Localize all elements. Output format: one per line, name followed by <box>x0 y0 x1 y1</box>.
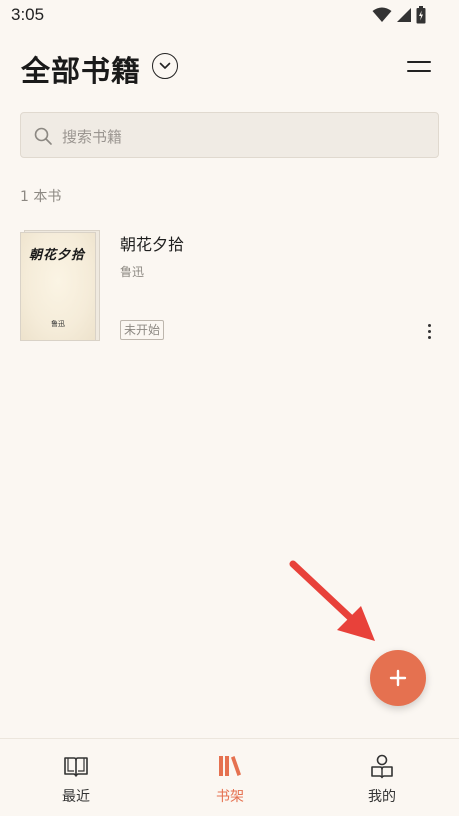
status-badge: 未开始 <box>120 320 165 340</box>
status-bar: 3:05 <box>0 0 459 32</box>
search-placeholder: 搜索书籍 <box>62 128 123 146</box>
battery-icon <box>416 6 426 24</box>
search-input[interactable]: 搜索书籍 <box>20 112 439 158</box>
list-item[interactable]: 朝花夕拾 鲁迅 朝花夕拾 鲁迅 未开始 <box>20 228 439 344</box>
nav-label-recent: 最近 <box>62 789 90 805</box>
menu-button[interactable] <box>405 56 433 78</box>
nav-label-bookshelf: 书架 <box>216 789 244 805</box>
plus-icon <box>389 669 407 687</box>
more-dot <box>427 323 431 327</box>
open-book-icon <box>64 757 88 777</box>
nav-item-mine[interactable]: 我的 <box>342 753 422 809</box>
cellular-signal-icon <box>397 8 411 22</box>
book-author: 鲁迅 <box>120 265 145 279</box>
book-cover[interactable]: 朝花夕拾 鲁迅 <box>20 228 100 341</box>
more-options-button[interactable] <box>421 320 437 342</box>
nav-item-bookshelf[interactable]: 书架 <box>190 753 270 809</box>
bookshelf-icon <box>219 756 241 776</box>
annotation-arrow-icon <box>289 560 375 641</box>
header: 全部书籍 <box>0 44 459 92</box>
cover-title: 朝花夕拾 <box>29 248 86 263</box>
profile-reading-icon <box>371 754 393 779</box>
book-title: 朝花夕拾 <box>120 235 185 254</box>
filter-dropdown-button[interactable] <box>152 53 178 79</box>
nav-label-mine: 我的 <box>368 789 396 805</box>
status-icons <box>372 5 426 25</box>
more-dot <box>427 335 431 339</box>
bottom-nav: 最近 书架 我的 <box>0 738 459 816</box>
menu-icon <box>407 61 431 72</box>
search-icon <box>34 127 52 145</box>
wifi-icon <box>372 7 392 22</box>
book-count: 1 本书 <box>20 189 62 205</box>
cover-author: 鲁迅 <box>51 320 65 328</box>
more-dot <box>427 329 431 333</box>
page-title: 全部书籍 <box>21 54 142 88</box>
add-book-button[interactable] <box>370 650 426 706</box>
status-time: 3:05 <box>11 5 45 24</box>
nav-item-recent[interactable]: 最近 <box>36 753 116 809</box>
cover-front: 朝花夕拾 鲁迅 <box>20 232 96 341</box>
chevron-down-icon <box>159 62 171 69</box>
